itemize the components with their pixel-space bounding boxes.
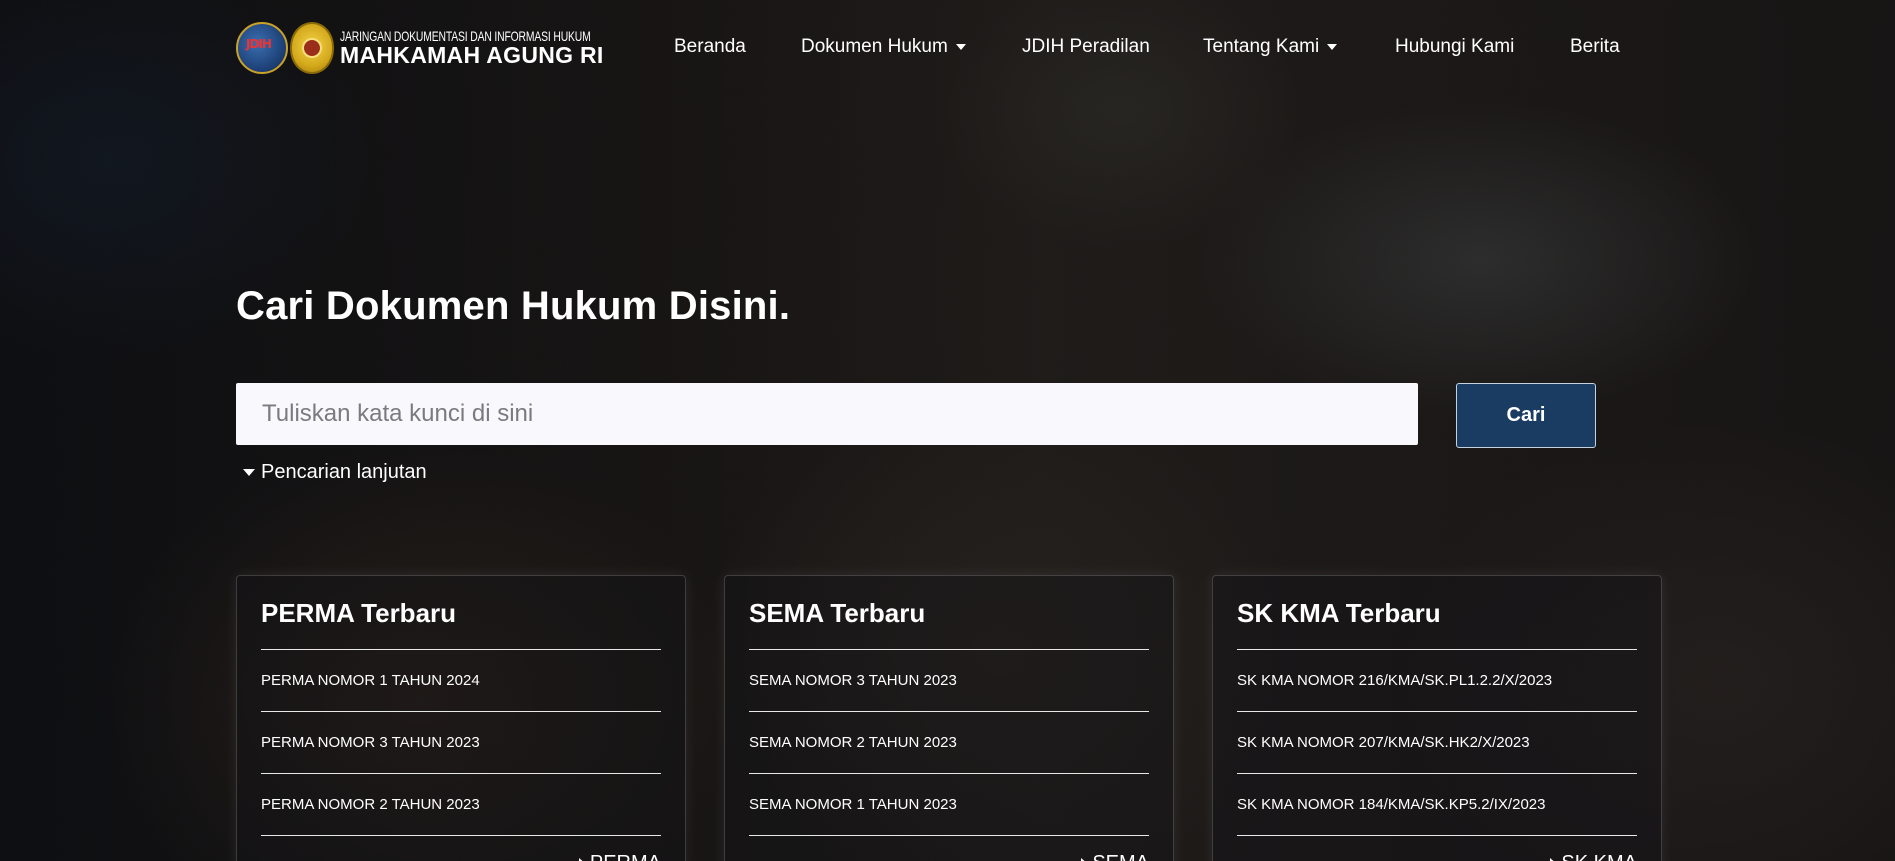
search-input[interactable]: [236, 383, 1418, 445]
nav-beranda[interactable]: Beranda: [674, 36, 746, 58]
more-sema-link[interactable]: SEMA: [1081, 852, 1149, 861]
navbar: JDIH JARINGAN DOKUMENTASI DAN INFORMASI …: [0, 0, 1895, 96]
list-item[interactable]: SEMA NOMOR 3 TAHUN 2023: [749, 650, 1149, 712]
nav-hubungi-kami[interactable]: Hubungi Kami: [1395, 36, 1514, 58]
jdih-globe-logo-icon: JDIH: [236, 22, 288, 74]
nav-berita[interactable]: Berita: [1570, 36, 1620, 58]
list-item[interactable]: SK KMA NOMOR 207/KMA/SK.HK2/X/2023: [1237, 712, 1637, 774]
card-title: SK KMA Terbaru: [1237, 598, 1441, 628]
list-item[interactable]: PERMA NOMOR 3 TAHUN 2023: [261, 712, 661, 774]
advanced-search-toggle[interactable]: Pencarian lanjutan: [243, 461, 427, 484]
document-list: SK KMA NOMOR 216/KMA/SK.PL1.2.2/X/2023 S…: [1237, 649, 1637, 836]
list-item[interactable]: SEMA NOMOR 1 TAHUN 2023: [749, 774, 1149, 836]
card-title: PERMA Terbaru: [261, 598, 457, 628]
caret-right-icon: [1081, 857, 1089, 861]
more-perma-link[interactable]: PERMA: [578, 852, 661, 861]
card-perma: PERMA Terbaru PERMA NOMOR 1 TAHUN 2024 P…: [236, 575, 686, 861]
logo-text: JDIH: [246, 37, 272, 51]
brand-subtitle: JARINGAN DOKUMENTASI DAN INFORMASI HUKUM: [340, 27, 591, 44]
chevron-down-icon: [955, 43, 966, 50]
chevron-down-icon: [1327, 43, 1338, 50]
list-item[interactable]: SK KMA NOMOR 216/KMA/SK.PL1.2.2/X/2023: [1237, 650, 1637, 712]
brand-text: JARINGAN DOKUMENTASI DAN INFORMASI HUKUM…: [340, 27, 679, 69]
card-title: SEMA Terbaru: [749, 598, 926, 628]
nav-dokumen-hukum[interactable]: Dokumen Hukum: [801, 36, 966, 58]
brand-logo-link[interactable]: JDIH JARINGAN DOKUMENTASI DAN INFORMASI …: [236, 22, 679, 74]
card-sk-kma: SK KMA Terbaru SK KMA NOMOR 216/KMA/SK.P…: [1212, 575, 1662, 861]
document-list: PERMA NOMOR 1 TAHUN 2024 PERMA NOMOR 3 T…: [261, 649, 661, 836]
list-item[interactable]: PERMA NOMOR 2 TAHUN 2023: [261, 774, 661, 836]
page-title: Cari Dokumen Hukum Disini.: [236, 284, 791, 328]
brand-title: MAHKAMAH AGUNG RI: [340, 42, 604, 69]
document-list: SEMA NOMOR 3 TAHUN 2023 SEMA NOMOR 2 TAH…: [749, 649, 1149, 836]
caret-right-icon: [1550, 857, 1558, 861]
search-button[interactable]: Cari: [1456, 383, 1596, 448]
advanced-search-label: Pencarian lanjutan: [261, 461, 427, 483]
list-item[interactable]: SEMA NOMOR 2 TAHUN 2023: [749, 712, 1149, 774]
caret-down-icon: [243, 469, 255, 476]
nav-jdih-peradilan[interactable]: JDIH Peradilan: [1022, 36, 1150, 58]
list-item[interactable]: PERMA NOMOR 1 TAHUN 2024: [261, 650, 661, 712]
caret-right-icon: [578, 857, 586, 861]
mahkamah-agung-seal-icon: [290, 22, 334, 74]
list-item[interactable]: SK KMA NOMOR 184/KMA/SK.KP5.2/IX/2023: [1237, 774, 1637, 836]
card-sema: SEMA Terbaru SEMA NOMOR 3 TAHUN 2023 SEM…: [724, 575, 1174, 861]
nav-tentang-kami[interactable]: Tentang Kami: [1203, 36, 1338, 58]
more-sk-kma-link[interactable]: SK KMA: [1550, 852, 1637, 861]
